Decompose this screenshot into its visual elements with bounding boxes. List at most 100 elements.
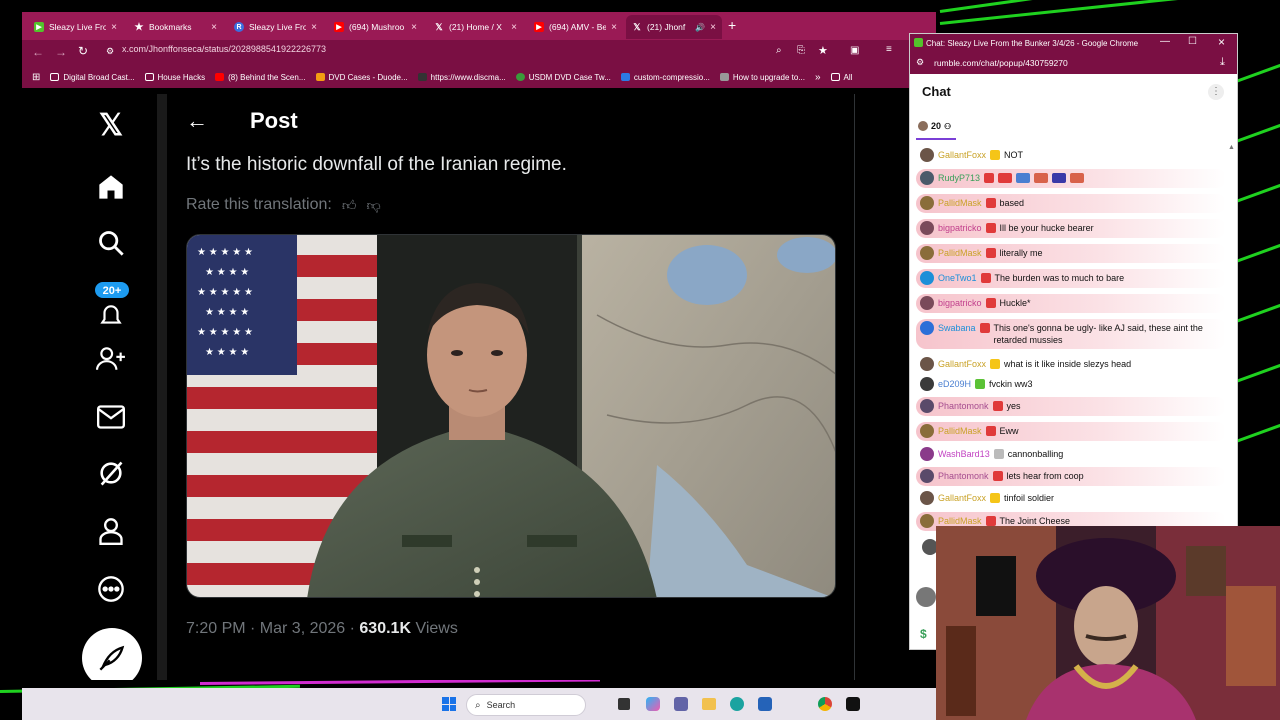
- chat-username[interactable]: Phantomonk: [938, 470, 989, 482]
- user-avatar[interactable]: [920, 514, 934, 528]
- back-arrow-icon[interactable]: ←: [186, 108, 208, 134]
- user-avatar[interactable]: [920, 296, 934, 310]
- edge-icon[interactable]: [730, 697, 744, 711]
- x-logo-icon[interactable]: 𝕏: [94, 108, 128, 142]
- user-avatar[interactable]: [920, 399, 934, 413]
- forward-icon[interactable]: →: [55, 45, 67, 59]
- windows-start-icon[interactable]: [442, 697, 456, 711]
- chat-url[interactable]: rumble.com/chat/popup/430759270: [934, 58, 1068, 68]
- bookmark-item[interactable]: House Hacks: [144, 73, 205, 82]
- tab-2[interactable]: R Sleazy Live Fro ×: [228, 15, 323, 39]
- site-info-icon[interactable]: ⚙: [916, 57, 924, 68]
- tab-1[interactable]: ★ Bookmarks ×: [128, 15, 223, 39]
- user-avatar[interactable]: [920, 377, 934, 391]
- chrome-icon[interactable]: [818, 697, 832, 711]
- tab-4[interactable]: 𝕏 (21) Home / X ×: [428, 15, 523, 39]
- close-icon[interactable]: ×: [211, 22, 217, 33]
- copilot-icon[interactable]: [646, 697, 660, 711]
- chat-message[interactable]: GallantFoxx NOT: [916, 146, 1226, 165]
- user-avatar[interactable]: [920, 148, 934, 162]
- zoom-icon[interactable]: ⌕: [776, 45, 782, 56]
- tab-0[interactable]: ▶ Sleazy Live Fro ×: [28, 15, 123, 39]
- compose-post-button[interactable]: [82, 628, 142, 680]
- share-icon[interactable]: ⎘: [797, 45, 805, 56]
- user-avatar[interactable]: [920, 221, 934, 235]
- user-avatar[interactable]: [920, 357, 934, 371]
- chat-username[interactable]: PallidMask: [938, 197, 982, 209]
- bookmark-item[interactable]: custom-compressio...: [620, 73, 710, 82]
- profile-icon[interactable]: [94, 514, 128, 548]
- chat-message[interactable]: RudyP713: [916, 169, 1226, 188]
- post-video[interactable]: ★ ★ ★ ★ ★ ★ ★ ★ ★ ★ ★ ★ ★ ★ ★ ★ ★ ★ ★ ★ ★ …: [186, 234, 836, 598]
- bookmark-item[interactable]: USDM DVD Case Tw...: [515, 73, 611, 82]
- chat-username[interactable]: eD209H: [938, 378, 971, 390]
- thumbs-up-icon[interactable]: 👍︎: [342, 197, 357, 214]
- reload-icon[interactable]: ↻: [78, 44, 88, 58]
- extension-icon[interactable]: ▣: [850, 45, 859, 56]
- user-avatar[interactable]: [920, 271, 934, 285]
- home-icon[interactable]: [94, 170, 128, 204]
- follow-people-icon[interactable]: [94, 342, 128, 376]
- tab-3[interactable]: ▶ (694) Mushroo ×: [328, 15, 423, 39]
- chat-message[interactable]: PallidMask based: [916, 194, 1226, 213]
- user-avatar[interactable]: [920, 491, 934, 505]
- user-avatar[interactable]: [920, 246, 934, 260]
- search-icon[interactable]: [94, 226, 128, 260]
- task-view-icon[interactable]: [618, 698, 630, 710]
- chat-username[interactable]: RudyP713: [938, 172, 980, 184]
- url-field[interactable]: x.com/Jhonffonseca/status/20289885419222…: [122, 44, 326, 54]
- new-tab-button[interactable]: +: [728, 17, 736, 33]
- close-icon[interactable]: ×: [411, 22, 417, 33]
- messages-icon[interactable]: [94, 400, 128, 434]
- bookmark-item[interactable]: (8) Behind the Scen...: [215, 73, 306, 82]
- chat-username[interactable]: Phantomonk: [938, 400, 989, 412]
- app-icon[interactable]: [846, 697, 860, 711]
- user-avatar[interactable]: [920, 469, 934, 483]
- chat-message[interactable]: eD209H fvckin ww3: [916, 375, 1226, 394]
- minimize-icon[interactable]: —: [1160, 36, 1170, 47]
- tab-5[interactable]: ▶ (694) AMV - Be ×: [528, 15, 623, 39]
- more-bookmarks-icon[interactable]: »: [815, 72, 821, 83]
- user-avatar[interactable]: [920, 424, 934, 438]
- download-icon[interactable]: ⤓: [1220, 56, 1225, 69]
- close-icon[interactable]: ×: [710, 22, 716, 33]
- bookmark-item[interactable]: Digital Broad Cast...: [50, 73, 135, 82]
- bookmark-star-icon[interactable]: ★: [818, 44, 828, 57]
- chat-message[interactable]: PallidMask Eww: [916, 422, 1226, 441]
- rant-dollar-icon[interactable]: $: [920, 627, 927, 641]
- chat-message[interactable]: WashBard13 cannonballing: [916, 445, 1226, 464]
- chat-message[interactable]: Phantomonk lets hear from coop: [916, 467, 1226, 486]
- close-icon[interactable]: ×: [611, 22, 617, 33]
- more-icon[interactable]: [94, 572, 128, 606]
- chat-username[interactable]: GallantFoxx: [938, 492, 986, 504]
- chat-message[interactable]: GallantFoxx tinfoil soldier: [916, 489, 1226, 508]
- chat-username[interactable]: PallidMask: [938, 425, 982, 437]
- close-window-icon[interactable]: ×: [1218, 35, 1225, 49]
- user-avatar[interactable]: [920, 196, 934, 210]
- thumbs-down-icon[interactable]: 👎︎: [367, 197, 381, 214]
- user-avatar[interactable]: [920, 321, 934, 335]
- close-icon[interactable]: ×: [311, 22, 317, 33]
- speaker-icon[interactable]: 🔊: [695, 23, 705, 32]
- chat-username[interactable]: GallantFoxx: [938, 149, 986, 161]
- chat-message[interactable]: OneTwo1 The burden was to much to bare: [916, 269, 1226, 288]
- chat-message[interactable]: GallantFoxx what is it like inside slezys…: [916, 355, 1226, 374]
- chat-message[interactable]: Phantomonk yes: [916, 397, 1226, 416]
- chat-username[interactable]: OneTwo1: [938, 272, 977, 284]
- chat-username[interactable]: bigpatricko: [938, 222, 982, 234]
- chat-username[interactable]: WashBard13: [938, 448, 990, 460]
- file-explorer-icon[interactable]: [702, 698, 716, 710]
- bookmark-item[interactable]: https://www.discma...: [417, 73, 506, 82]
- chat-message[interactable]: bigpatricko Ill be your hucke bearer: [916, 219, 1226, 238]
- chat-username[interactable]: Swabana: [938, 322, 976, 334]
- site-info-icon[interactable]: ⚙: [106, 46, 114, 57]
- chat-username[interactable]: bigpatricko: [938, 297, 982, 309]
- apps-icon[interactable]: ⊞: [32, 72, 40, 83]
- close-icon[interactable]: ×: [511, 22, 517, 33]
- teams-icon[interactable]: [674, 697, 688, 711]
- post-timestamp[interactable]: 7:20 PM · Mar 3, 2026 ·: [186, 620, 359, 637]
- grok-icon[interactable]: [94, 456, 128, 490]
- store-icon[interactable]: [758, 697, 772, 711]
- taskbar-search[interactable]: ⌕ Search: [466, 694, 586, 716]
- notifications-icon[interactable]: [94, 298, 128, 332]
